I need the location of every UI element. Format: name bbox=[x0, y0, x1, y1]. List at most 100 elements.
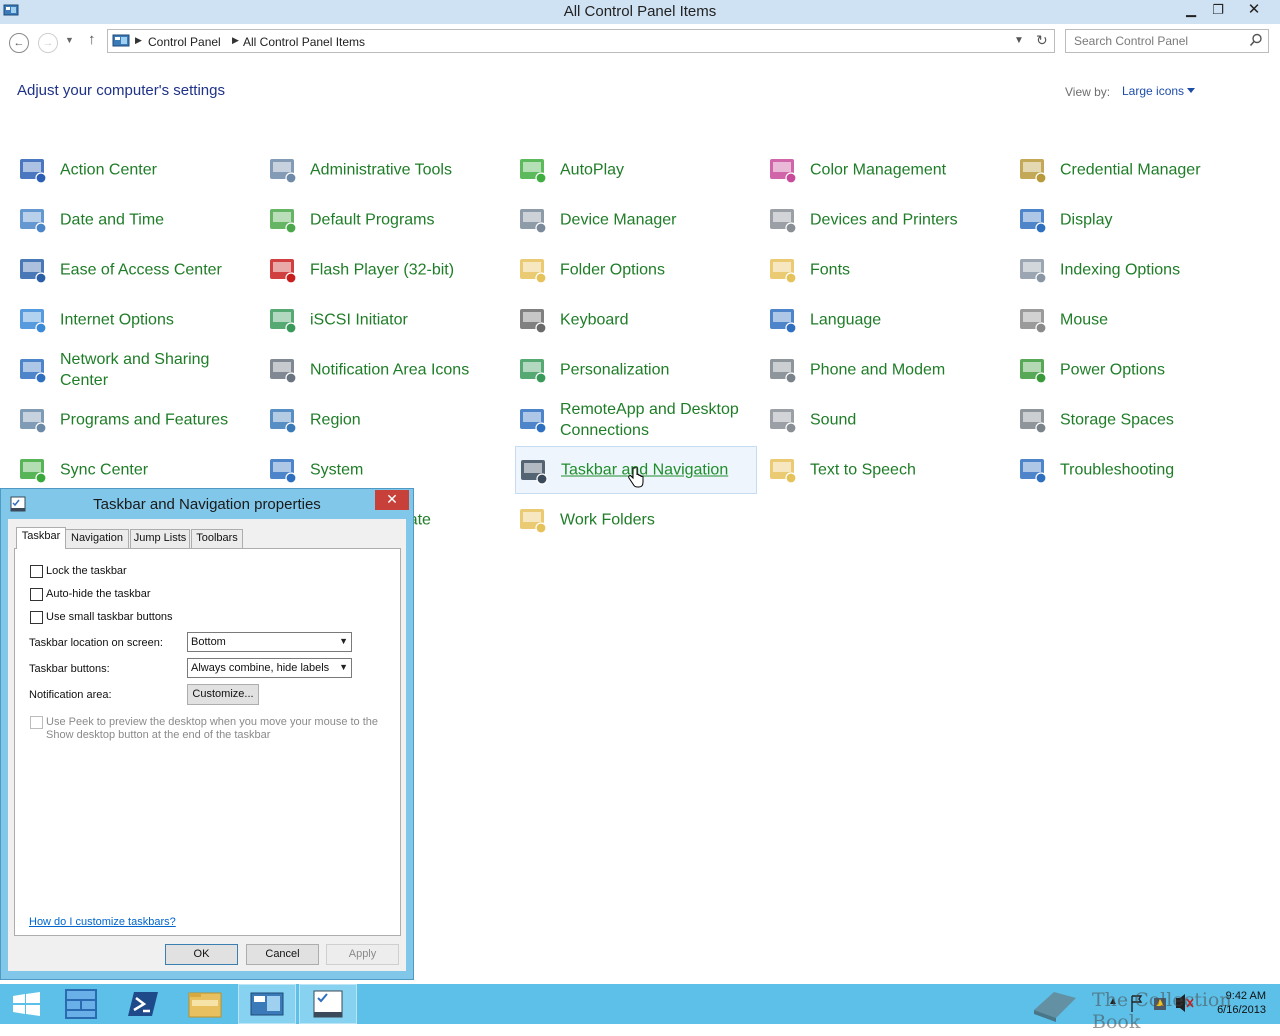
customize-button[interactable]: Customize... bbox=[187, 684, 259, 705]
calendar-clock-icon bbox=[20, 209, 47, 234]
cp-item-iscsi-initiator[interactable]: iSCSI Initiator bbox=[265, 296, 507, 344]
cp-item-administrative-tools[interactable]: Administrative Tools bbox=[265, 146, 507, 194]
cp-item-autoplay[interactable]: AutoPlay bbox=[515, 146, 757, 194]
cp-item-sync-center[interactable]: Sync Center bbox=[15, 446, 257, 494]
refresh-icon[interactable]: ↻ bbox=[1036, 32, 1048, 49]
iscsi-globe-icon bbox=[270, 309, 297, 334]
cp-item-label: Date and Time bbox=[60, 211, 165, 229]
taskbar-tab-panel: Lock the taskbar Auto-hide the taskbar U… bbox=[14, 548, 401, 936]
cp-item-label: Mouse bbox=[1060, 311, 1109, 329]
server-manager-button[interactable] bbox=[52, 984, 110, 1024]
cp-item-default-programs[interactable]: Default Programs bbox=[265, 196, 507, 244]
cp-item-language[interactable]: Language bbox=[765, 296, 1007, 344]
cp-item-ease-of-access-center[interactable]: Ease of Access Center bbox=[15, 246, 257, 294]
back-arrow-icon[interactable]: ← bbox=[9, 33, 29, 53]
cp-item-credential-manager[interactable]: Credential Manager bbox=[1015, 146, 1257, 194]
cp-item-action-center[interactable]: Action Center bbox=[15, 146, 257, 194]
cp-item-troubleshooting[interactable]: Troubleshooting bbox=[1015, 446, 1257, 494]
breadcrumb-separator-icon[interactable]: ▶ bbox=[232, 35, 239, 46]
cp-item-label: Indexing Options bbox=[1060, 261, 1181, 279]
system-icon bbox=[270, 459, 297, 484]
taskbar-buttons-label: Taskbar buttons: bbox=[29, 663, 110, 675]
cp-item-system[interactable]: System bbox=[265, 446, 507, 494]
checkbox-label: Auto-hide the taskbar bbox=[46, 588, 151, 600]
checkbox-box[interactable] bbox=[30, 565, 43, 578]
cp-item-personalization[interactable]: Personalization bbox=[515, 346, 757, 394]
region-clock-icon bbox=[270, 409, 297, 434]
cp-item-indexing-options[interactable]: Indexing Options bbox=[1015, 246, 1257, 294]
search-input[interactable]: Search Control Panel bbox=[1065, 29, 1269, 53]
cp-item-label: Text to Speech bbox=[810, 461, 916, 479]
cp-item-internet-options[interactable]: Internet Options bbox=[15, 296, 257, 344]
checkbox-box[interactable] bbox=[30, 611, 43, 624]
cp-item-display[interactable]: Display bbox=[1015, 196, 1257, 244]
control-panel-taskbar-button[interactable] bbox=[238, 984, 296, 1024]
cp-item-network-and-sharing-center[interactable]: Network and Sharing Center bbox=[15, 346, 257, 394]
close-button[interactable]: ✕ bbox=[1232, 0, 1276, 22]
cp-item-device-manager[interactable]: Device Manager bbox=[515, 196, 757, 244]
cp-item-power-options[interactable]: Power Options bbox=[1015, 346, 1257, 394]
apply-button[interactable]: Apply bbox=[326, 944, 399, 965]
view-by-label: View by: bbox=[1065, 85, 1111, 99]
view-by-chevron-icon[interactable] bbox=[1187, 88, 1195, 93]
dialog-close-button[interactable]: ✕ bbox=[375, 490, 409, 510]
view-by-dropdown[interactable]: Large icons bbox=[1122, 84, 1184, 98]
cp-item-label: Region bbox=[310, 411, 361, 429]
up-arrow-icon[interactable]: ↑ bbox=[88, 31, 96, 48]
cp-item-notification-area-icons[interactable]: Notification Area Icons bbox=[265, 346, 507, 394]
cp-item-label: Storage Spaces bbox=[1060, 411, 1174, 429]
cp-item-region[interactable]: Region bbox=[265, 396, 507, 444]
tab-jump-lists[interactable]: Jump Lists bbox=[130, 529, 190, 548]
taskbar-buttons-select[interactable]: Always combine, hide labels ▼ bbox=[187, 658, 352, 678]
checkbox-box[interactable] bbox=[30, 588, 43, 601]
tab-taskbar[interactable]: Taskbar bbox=[16, 527, 66, 549]
recent-locations-chevron-icon[interactable]: ▼ bbox=[65, 35, 74, 45]
chevron-down-icon[interactable]: ▼ bbox=[339, 636, 348, 646]
breadcrumb-all-items[interactable]: All Control Panel Items bbox=[243, 35, 365, 49]
cp-item-keyboard[interactable]: Keyboard bbox=[515, 296, 757, 344]
taskbar-properties-taskbar-button[interactable] bbox=[299, 984, 357, 1024]
cp-item-programs-and-features[interactable]: Programs and Features bbox=[15, 396, 257, 444]
cp-item-devices-and-printers[interactable]: Devices and Printers bbox=[765, 196, 1007, 244]
cp-item-date-and-time[interactable]: Date and Time bbox=[15, 196, 257, 244]
start-button[interactable] bbox=[0, 984, 58, 1024]
cp-item-color-management[interactable]: Color Management bbox=[765, 146, 1007, 194]
cp-item-flash-player-32-bit[interactable]: Flash Player (32-bit) bbox=[265, 246, 507, 294]
cp-item-work-folders[interactable]: Work Folders bbox=[515, 496, 757, 544]
chevron-down-icon[interactable]: ▼ bbox=[339, 662, 348, 672]
cp-item-text-to-speech[interactable]: Text to Speech bbox=[765, 446, 1007, 494]
taskbar-location-select[interactable]: Bottom ▼ bbox=[187, 632, 352, 652]
file-explorer-button[interactable] bbox=[176, 984, 234, 1024]
printer-icon bbox=[770, 209, 797, 234]
customize-help-link[interactable]: How do I customize taskbars? bbox=[29, 916, 176, 928]
cp-item-folder-options[interactable]: Folder Options bbox=[515, 246, 757, 294]
maximize-button[interactable]: ❐ bbox=[1205, 0, 1231, 22]
window-title: All Control Panel Items bbox=[563, 3, 717, 20]
address-bar[interactable]: ▶ Control Panel ▶ All Control Panel Item… bbox=[107, 29, 1055, 53]
cp-item-label: RemoteApp and Desktop Connections bbox=[560, 401, 739, 439]
minimize-button[interactable]: ▁ bbox=[1178, 0, 1204, 22]
cp-item-sound[interactable]: Sound bbox=[765, 396, 1007, 444]
search-icon[interactable] bbox=[1249, 33, 1263, 47]
tab-navigation[interactable]: Navigation bbox=[65, 529, 129, 548]
checkbox-label: Use small taskbar buttons bbox=[46, 611, 173, 623]
cp-item-phone-and-modem[interactable]: Phone and Modem bbox=[765, 346, 1007, 394]
forward-arrow-icon[interactable]: → bbox=[38, 33, 58, 53]
breadcrumb-control-panel[interactable]: Control Panel bbox=[148, 35, 221, 49]
cp-item-fonts[interactable]: Fonts bbox=[765, 246, 1007, 294]
cp-item-remoteapp-and-desktop-connections[interactable]: RemoteApp and Desktop Connections bbox=[515, 396, 757, 444]
powershell-button[interactable] bbox=[114, 984, 172, 1024]
search-placeholder: Search Control Panel bbox=[1074, 34, 1189, 48]
cancel-button[interactable]: Cancel bbox=[246, 944, 319, 965]
ok-button[interactable]: OK bbox=[165, 944, 238, 965]
personalization-icon bbox=[520, 359, 547, 384]
breadcrumb-separator-icon[interactable]: ▶ bbox=[135, 35, 142, 46]
tab-toolbars[interactable]: Toolbars bbox=[191, 529, 243, 548]
fonts-folder-icon bbox=[770, 259, 797, 284]
address-dropdown-icon[interactable]: ▼ bbox=[1014, 35, 1024, 46]
cp-item-label: Folder Options bbox=[560, 261, 665, 279]
cp-item-label: Network and Sharing Center bbox=[60, 351, 210, 389]
cp-item-mouse[interactable]: Mouse bbox=[1015, 296, 1257, 344]
cp-item-storage-spaces[interactable]: Storage Spaces bbox=[1015, 396, 1257, 444]
checkbox-box[interactable] bbox=[30, 716, 43, 729]
